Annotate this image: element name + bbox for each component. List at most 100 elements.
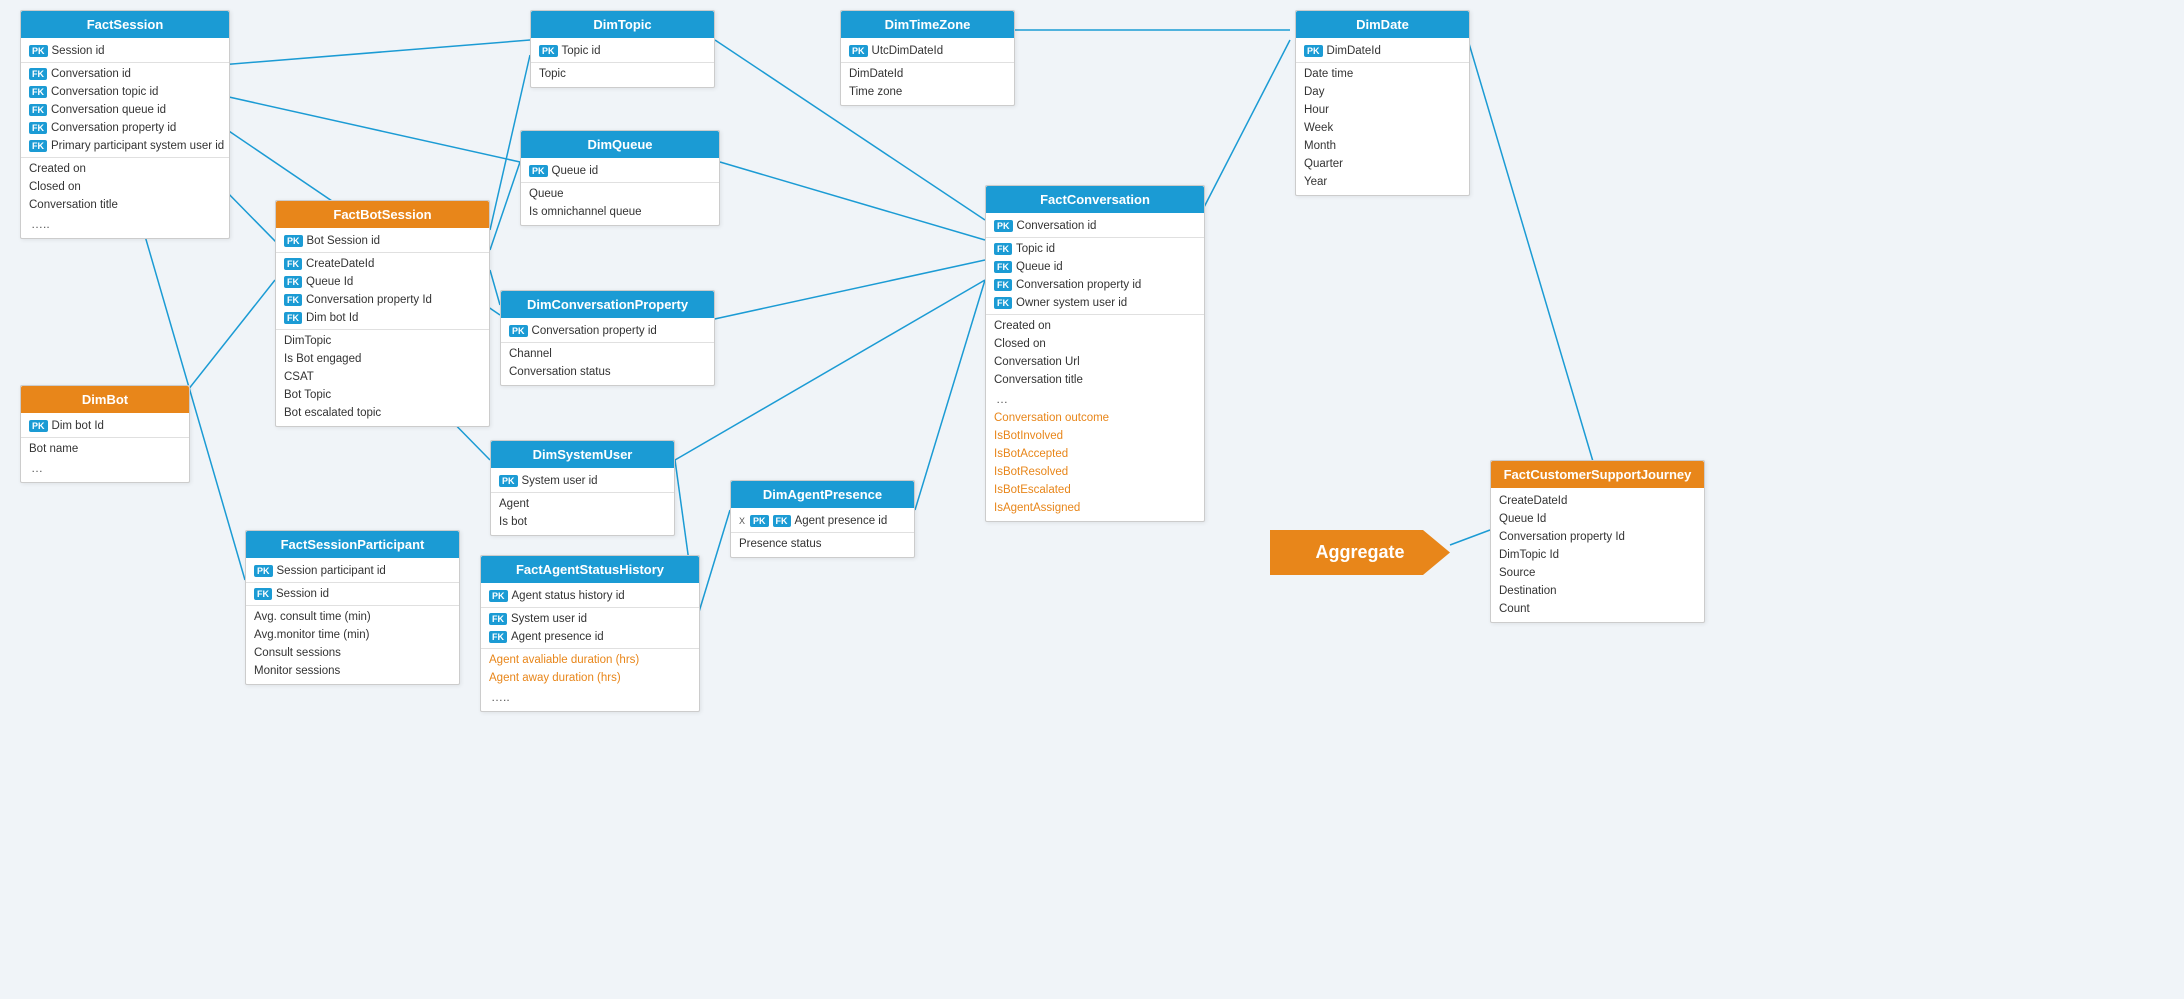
table-row: Is omnichannel queue [521, 203, 719, 221]
cell-label: Conversation queue id [51, 104, 166, 116]
table-row: Time zone [841, 83, 1014, 101]
table-row: IsBotInvolved [986, 427, 1204, 445]
fact-customer-support-journey-body: CreateDateId Queue Id Conversation prope… [1491, 488, 1704, 622]
table-row: FKQueue Id [276, 273, 489, 291]
table-row: PKDim bot Id [21, 417, 189, 435]
table-row: Topic [531, 65, 714, 83]
fact-agent-status-history-header: FactAgentStatusHistory [481, 556, 699, 583]
pk-badge: PK [29, 45, 48, 57]
cell-label: Agent status history id [512, 590, 625, 602]
fact-session-participant-header: FactSessionParticipant [246, 531, 459, 558]
fk-badge: FK [29, 122, 47, 134]
cell-label: Source [1499, 567, 1535, 579]
fact-bot-session-header: FactBotSession [276, 201, 489, 228]
fk-badge: FK [994, 261, 1012, 273]
fk-badge: FK [29, 68, 47, 80]
fk-badge: FK [254, 588, 272, 600]
cell-label: Dim bot Id [52, 420, 104, 432]
dim-system-user-table: DimSystemUser PKSystem user id Agent Is … [490, 440, 675, 536]
table-row: Hour [1296, 101, 1469, 119]
cell-label: Topic [539, 68, 566, 80]
table-row: Quarter [1296, 155, 1469, 173]
cell-label: DimTopic Id [1499, 549, 1559, 561]
pk-badge: PK [284, 235, 303, 247]
table-row: FKSystem user id [481, 610, 699, 628]
cell-label: Primary participant system user id [51, 140, 224, 152]
cell-label: Destination [1499, 585, 1557, 597]
table-row: Destination [1491, 582, 1704, 600]
x-marker: X [739, 516, 745, 526]
cell-label: Conversation id [51, 68, 131, 80]
cell-label: Quarter [1304, 158, 1343, 170]
cell-label: Presence status [739, 538, 821, 550]
cell-label: Conversation title [994, 374, 1083, 386]
table-row: Created on [21, 160, 229, 178]
table-row: PKConversation id [986, 217, 1204, 235]
fk-badge: FK [29, 86, 47, 98]
table-row: PKDimDateId [1296, 42, 1469, 60]
cell-label: Conversation property id [532, 325, 657, 337]
table-row: PKSystem user id [491, 472, 674, 490]
pk-badge: PK [529, 165, 548, 177]
cell-label: Agent presence id [795, 515, 888, 527]
cell-label: Queue Id [306, 276, 353, 288]
cell-label: Conversation title [29, 199, 118, 211]
cell-label: UtcDimDateId [872, 45, 944, 57]
table-row: Conversation title [21, 196, 229, 214]
cell-label: Dim bot Id [306, 312, 358, 324]
table-row: FKDim bot Id [276, 309, 489, 327]
cell-label: Session id [52, 45, 105, 57]
table-row: PKSession participant id [246, 562, 459, 580]
cell-label: IsBotAccepted [994, 448, 1068, 460]
fact-session-participant-body: PKSession participant id FK Session id Av… [246, 558, 459, 684]
cell-label: Bot Topic [284, 389, 331, 401]
table-row: Monitor sessions [246, 662, 459, 680]
cell-label: Bot escalated topic [284, 407, 381, 419]
cell-label: Hour [1304, 104, 1329, 116]
cell-label: IsAgentAssigned [994, 502, 1080, 514]
dim-date-header: DimDate [1296, 11, 1469, 38]
cell-label: DimDateId [849, 68, 903, 80]
diagram-canvas: FactSession PKSession id FKConversation … [0, 0, 2184, 999]
cell-label: Conversation Url [994, 356, 1080, 368]
table-row: FKPrimary participant system user id [21, 137, 229, 155]
dim-system-user-body: PKSystem user id Agent Is bot [491, 468, 674, 535]
fact-session-table: FactSession PKSession id FKConversation … [20, 10, 230, 239]
table-dots: ….. [481, 687, 699, 707]
cell-label: Agent avaliable duration (hrs) [489, 654, 639, 666]
cell-label: Avg. consult time (min) [254, 611, 371, 623]
cell-label: Time zone [849, 86, 902, 98]
cell-label: IsBotEscalated [994, 484, 1071, 496]
cell-label: Avg.monitor time (min) [254, 629, 369, 641]
table-row: Source [1491, 564, 1704, 582]
cell-label: IsBotResolved [994, 466, 1068, 478]
table-row: DimDateId [841, 65, 1014, 83]
cell-label: Session id [276, 588, 329, 600]
cell-label: Queue Id [1499, 513, 1546, 525]
cell-label: Agent presence id [511, 631, 604, 643]
cell-label: Bot name [29, 443, 78, 455]
table-row: Date time [1296, 65, 1469, 83]
table-row: Avg.monitor time (min) [246, 626, 459, 644]
table-row: Week [1296, 119, 1469, 137]
table-row: IsAgentAssigned [986, 499, 1204, 517]
fk-badge: FK [994, 279, 1012, 291]
table-row: PK Session id [21, 42, 229, 60]
table-row: FK Conversation id [21, 65, 229, 83]
pk-badge: PK [1304, 45, 1323, 57]
table-row: FKConversation property id [986, 276, 1204, 294]
fk-badge: FK [489, 613, 507, 625]
table-row: FKCreateDateId [276, 255, 489, 273]
table-row: FKOwner system user id [986, 294, 1204, 312]
fact-conversation-body: PKConversation id FKTopic id FKQueue id … [986, 213, 1204, 521]
dim-queue-table: DimQueue PKQueue id Queue Is omnichannel… [520, 130, 720, 226]
cell-label: Topic id [1016, 243, 1055, 255]
table-row: Closed on [986, 335, 1204, 353]
table-row: Agent avaliable duration (hrs) [481, 651, 699, 669]
cell-label: Owner system user id [1016, 297, 1127, 309]
table-row: FKConversation queue id [21, 101, 229, 119]
cell-label: Closed on [29, 181, 81, 193]
dim-agent-presence-header: DimAgentPresence [731, 481, 914, 508]
cell-label: Bot Session id [307, 235, 381, 247]
cell-label: Conversation property Id [1499, 531, 1625, 543]
